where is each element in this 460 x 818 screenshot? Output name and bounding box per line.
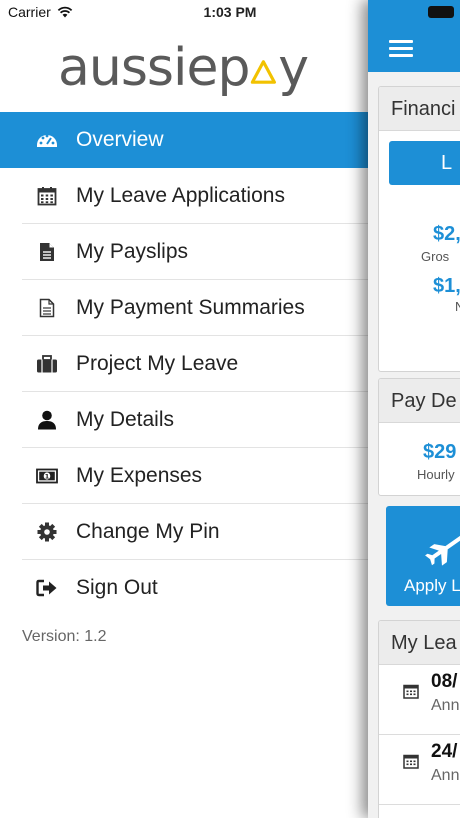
aussiepay-logo: aussiep y <box>58 38 309 98</box>
svg-text:1: 1 <box>45 472 50 480</box>
logo-text-start: aussiep <box>58 38 250 98</box>
menu-item-sign-out[interactable]: Sign Out <box>0 560 368 616</box>
menu-item-label: My Details <box>76 408 175 431</box>
menu-item-label: Project My Leave <box>76 352 239 375</box>
status-time: 1:03 PM <box>203 4 257 20</box>
gear-icon <box>36 521 58 543</box>
leave-type: Ann <box>431 767 460 784</box>
menu-item-project-leave[interactable]: Project My Leave <box>0 336 368 392</box>
document-icon <box>36 241 58 263</box>
leave-row[interactable]: 08/ Ann <box>379 665 460 735</box>
menu-item-leave-applications[interactable]: My Leave Applications <box>0 168 368 224</box>
calendar-icon <box>403 684 419 699</box>
my-leave-card: My Lea 08/ Ann 24/ Ann <box>378 620 460 818</box>
logo-text-end: y <box>278 38 309 98</box>
menu-item-change-pin[interactable]: Change My Pin <box>0 504 368 560</box>
document-outline-icon <box>36 297 58 319</box>
menu-item-expenses[interactable]: 1 My Expenses <box>0 448 368 504</box>
navigation-drawer: Carrier aussiep y Overview My Leave Appl… <box>0 0 368 818</box>
leave-type: Ann <box>431 697 460 714</box>
main-screen-panel[interactable]: Financi L $2, Gros $1, N Pay De $29 Hour… <box>368 0 460 818</box>
net-label: N <box>455 299 460 314</box>
leave-card-title: My Lea <box>379 621 460 665</box>
dashboard-icon <box>36 129 58 151</box>
menu-item-label: My Expenses <box>76 464 203 487</box>
calendar-icon <box>36 185 58 207</box>
version-label: Version: 1.2 <box>22 628 107 645</box>
apply-leave-tile[interactable]: Apply L <box>386 506 460 606</box>
menu-item-label: Change My Pin <box>76 520 220 543</box>
apply-leave-label: Apply L <box>404 576 460 595</box>
airplane-icon <box>425 534 460 566</box>
leave-date: 24/ <box>431 741 458 762</box>
user-icon <box>36 409 58 431</box>
money-icon: 1 <box>36 465 58 487</box>
menu-item-payslips[interactable]: My Payslips <box>0 224 368 280</box>
menu-item-details[interactable]: My Details <box>0 392 368 448</box>
hamburger-menu-icon[interactable] <box>389 40 413 58</box>
leave-date: 08/ <box>431 671 458 692</box>
financial-card: Financi L $2, Gros $1, N <box>378 86 460 372</box>
menu-item-label: Overview <box>76 128 164 151</box>
calendar-icon <box>403 754 419 769</box>
pay-card-title: Pay De <box>379 379 460 423</box>
hourly-rate-label: Hourly <box>417 467 455 482</box>
menu-item-label: My Payslips <box>76 240 189 263</box>
menu-item-label: My Payment Summaries <box>76 296 305 319</box>
logo-triangle-icon <box>251 60 277 84</box>
gross-amount: $2, <box>433 223 460 245</box>
leave-row[interactable]: 24/ Ann <box>379 735 460 805</box>
net-amount: $1, <box>433 275 460 297</box>
drawer-menu: Overview My Leave Applications My Paysli… <box>0 112 368 616</box>
menu-item-overview[interactable]: Overview <box>0 112 368 168</box>
pay-details-card: Pay De $29 Hourly <box>378 378 460 496</box>
gross-label: Gros <box>421 249 450 264</box>
menu-item-label: My Leave Applications <box>76 184 285 207</box>
financial-card-button[interactable]: L <box>389 141 460 185</box>
hourly-rate-amount: $29 <box>423 441 457 463</box>
financial-card-title: Financi <box>379 87 460 131</box>
menu-item-label: Sign Out <box>76 576 158 599</box>
menu-item-payment-summaries[interactable]: My Payment Summaries <box>0 280 368 336</box>
sign-out-icon <box>36 577 58 599</box>
briefcase-icon <box>36 353 58 375</box>
